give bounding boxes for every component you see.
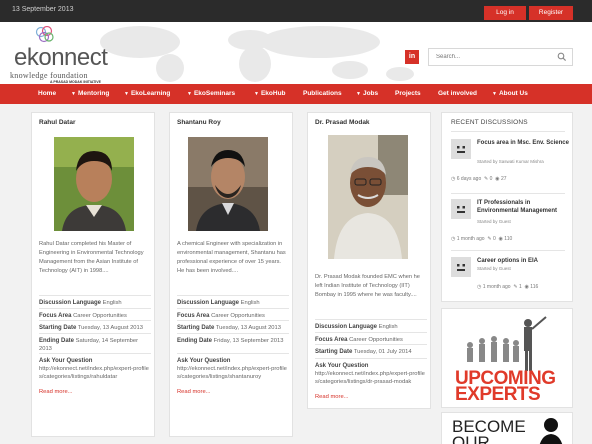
starting-date: Starting Date Tuesday, 13 August 2013 — [177, 320, 289, 332]
expert-photo[interactable] — [188, 137, 268, 231]
expert-bio: A chemical Engineer with specialization … — [177, 241, 286, 274]
site-logo[interactable]: ekonnect knowledge foundation A PRASAD M… — [10, 26, 140, 84]
focus-area: Focus Area Career Opportunities — [315, 332, 427, 344]
upcoming-experts-text: UPCOMING EXPERTS — [455, 368, 556, 405]
nav-jobs[interactable]: ▼ Jobs — [356, 84, 378, 104]
nav-publications[interactable]: Publications — [303, 84, 342, 104]
nav-ekoseminars[interactable]: ▼ EkoSeminars — [187, 84, 235, 104]
become-our-banner[interactable]: BECOME OUR — [441, 412, 573, 444]
top-bar: 13 September 2013 Log in Register — [0, 0, 592, 22]
eye-icon: ◉ — [524, 284, 529, 290]
nav-ekohub[interactable]: ▼ EkoHub — [254, 84, 286, 104]
focus-area: Focus Area Career Opportunities — [177, 308, 289, 320]
site-header: ekonnect knowledge foundation A PRASAD M… — [0, 22, 592, 84]
upcoming-experts-banner[interactable]: UPCOMING EXPERTS — [441, 308, 573, 408]
recent-discussions-panel: RECENT DISCUSSIONS Focus area in Msc. En… — [441, 112, 573, 302]
become-our-text: BECOME OUR — [452, 417, 526, 444]
discussion-meta: ◷ 1 month ago ✎ 0 ◉ 110 — [451, 236, 513, 242]
nav-ekolearning[interactable]: ▼ EkoLearning — [124, 84, 170, 104]
linkedin-icon[interactable]: in — [405, 50, 419, 64]
question-link[interactable]: http://ekonnect.net/index.php/expert-pro… — [315, 371, 425, 385]
logo-tagline: knowledge foundation — [10, 71, 88, 80]
login-button[interactable]: Log in — [484, 6, 526, 20]
ending-date: Ending Date Saturday, 14 September 2013 — [39, 333, 151, 353]
question-link[interactable]: http://ekonnect.net/index.php/expert-pro… — [177, 366, 287, 380]
expert-name[interactable]: Shantanu Roy — [177, 119, 221, 126]
avatar — [451, 199, 471, 219]
discussion-author: Started by Guest — [477, 219, 511, 224]
eye-icon: ◉ — [498, 236, 503, 242]
eye-icon: ◉ — [495, 176, 500, 182]
comment-icon: ✎ — [484, 176, 489, 182]
discussion-author: Started by Saswati Kumar Mishra — [477, 159, 544, 164]
nav-projects[interactable]: Projects — [395, 84, 421, 104]
main-nav: Home ▼ Mentoring ▼ EkoLearning ▼ EkoSeminar… — [0, 84, 592, 104]
discussion-author: Started by Guest — [477, 266, 511, 271]
discussion-title[interactable]: Focus area in Msc. Env. Science — [477, 139, 569, 147]
search-icon[interactable] — [557, 52, 567, 62]
expert-photo[interactable] — [54, 137, 134, 231]
read-more-link[interactable]: Read more... — [315, 394, 349, 400]
ending-date: Ending Date Friday, 13 September 2013 — [177, 333, 289, 353]
clock-icon: ◷ — [477, 284, 482, 290]
expert-name[interactable]: Dr. Prasad Modak — [315, 119, 370, 126]
discussion-meta: ◷ 6 days ago ✎ 0 ◉ 27 — [451, 176, 507, 182]
discussion-title[interactable]: Career options in EIA — [477, 257, 569, 265]
starting-date: Starting Date Tuesday, 01 July 2014 — [315, 344, 427, 358]
chevron-down-icon: ▼ — [254, 91, 259, 97]
expert-photo[interactable] — [328, 135, 408, 259]
discussion-language: Discussion Language English — [177, 295, 289, 308]
focus-area: Focus Area Career Opportunities — [39, 308, 151, 320]
ask-your-question: Ask Your Question http://ekonnect.net/ind… — [39, 353, 151, 386]
logo-brand-text: ekonnect — [14, 44, 108, 71]
expert-card: Rahul Datar Rahul Datar completed his Ma… — [31, 112, 155, 437]
discussion-item: Focus area in Msc. Env. Science Started … — [451, 139, 569, 189]
clock-icon: ◷ — [451, 236, 456, 242]
person-silhouette — [539, 418, 563, 444]
discussion-item: IT Professionals in Environmental Manage… — [451, 199, 569, 247]
panel-title: RECENT DISCUSSIONS — [451, 119, 528, 126]
current-date: 13 September 2013 — [12, 6, 74, 13]
chevron-down-icon: ▼ — [492, 91, 497, 97]
clock-icon: ◷ — [451, 176, 456, 182]
search-box — [428, 48, 573, 66]
nav-about-us[interactable]: ▼ About Us — [492, 84, 528, 104]
comment-icon: ✎ — [513, 284, 518, 290]
expert-bio: Dr. Prasad Modak founded EMC when he lef… — [315, 274, 420, 298]
discussion-title[interactable]: IT Professionals in Environmental Manage… — [477, 199, 569, 215]
nav-mentoring[interactable]: ▼ Mentoring — [71, 84, 109, 104]
chevron-down-icon: ▼ — [187, 91, 192, 97]
question-link[interactable]: http://ekonnect.net/index.php/expert-pro… — [39, 366, 149, 380]
comment-icon: ✎ — [487, 236, 492, 242]
ask-your-question: Ask Your Question http://ekonnect.net/ind… — [315, 358, 427, 391]
ask-your-question: Ask Your Question http://ekonnect.net/ind… — [177, 353, 289, 386]
expert-name[interactable]: Rahul Datar — [39, 119, 75, 126]
avatar — [451, 257, 471, 277]
read-more-link[interactable]: Read more... — [39, 389, 73, 395]
avatar — [451, 139, 471, 159]
chevron-down-icon: ▼ — [124, 91, 129, 97]
register-button[interactable]: Register — [529, 6, 573, 20]
nav-home[interactable]: Home — [38, 84, 56, 104]
discussion-item: Career options in EIA Started by Guest ◷… — [451, 257, 569, 297]
discussion-language: Discussion Language English — [315, 319, 427, 332]
read-more-link[interactable]: Read more... — [177, 389, 211, 395]
expert-card: Dr. Prasad Modak Dr. Prasad Modak founde… — [307, 112, 431, 409]
starting-date: Starting Date Tuesday, 13 August 2013 — [39, 320, 151, 332]
chevron-down-icon: ▼ — [356, 91, 361, 97]
expert-card: Shantanu Roy A chemical Engineer with sp… — [169, 112, 293, 437]
search-input[interactable] — [429, 49, 549, 65]
ekonnect-logo-icon — [35, 26, 54, 43]
nav-get-involved[interactable]: Get involved — [438, 84, 477, 104]
chevron-down-icon: ▼ — [71, 91, 76, 97]
discussion-language: Discussion Language English — [39, 295, 151, 308]
expert-bio: Rahul Datar completed his Master of Engi… — [39, 241, 144, 274]
discussion-meta: ◷ 1 month ago ✎ 1 ◉ 116 — [477, 284, 539, 290]
